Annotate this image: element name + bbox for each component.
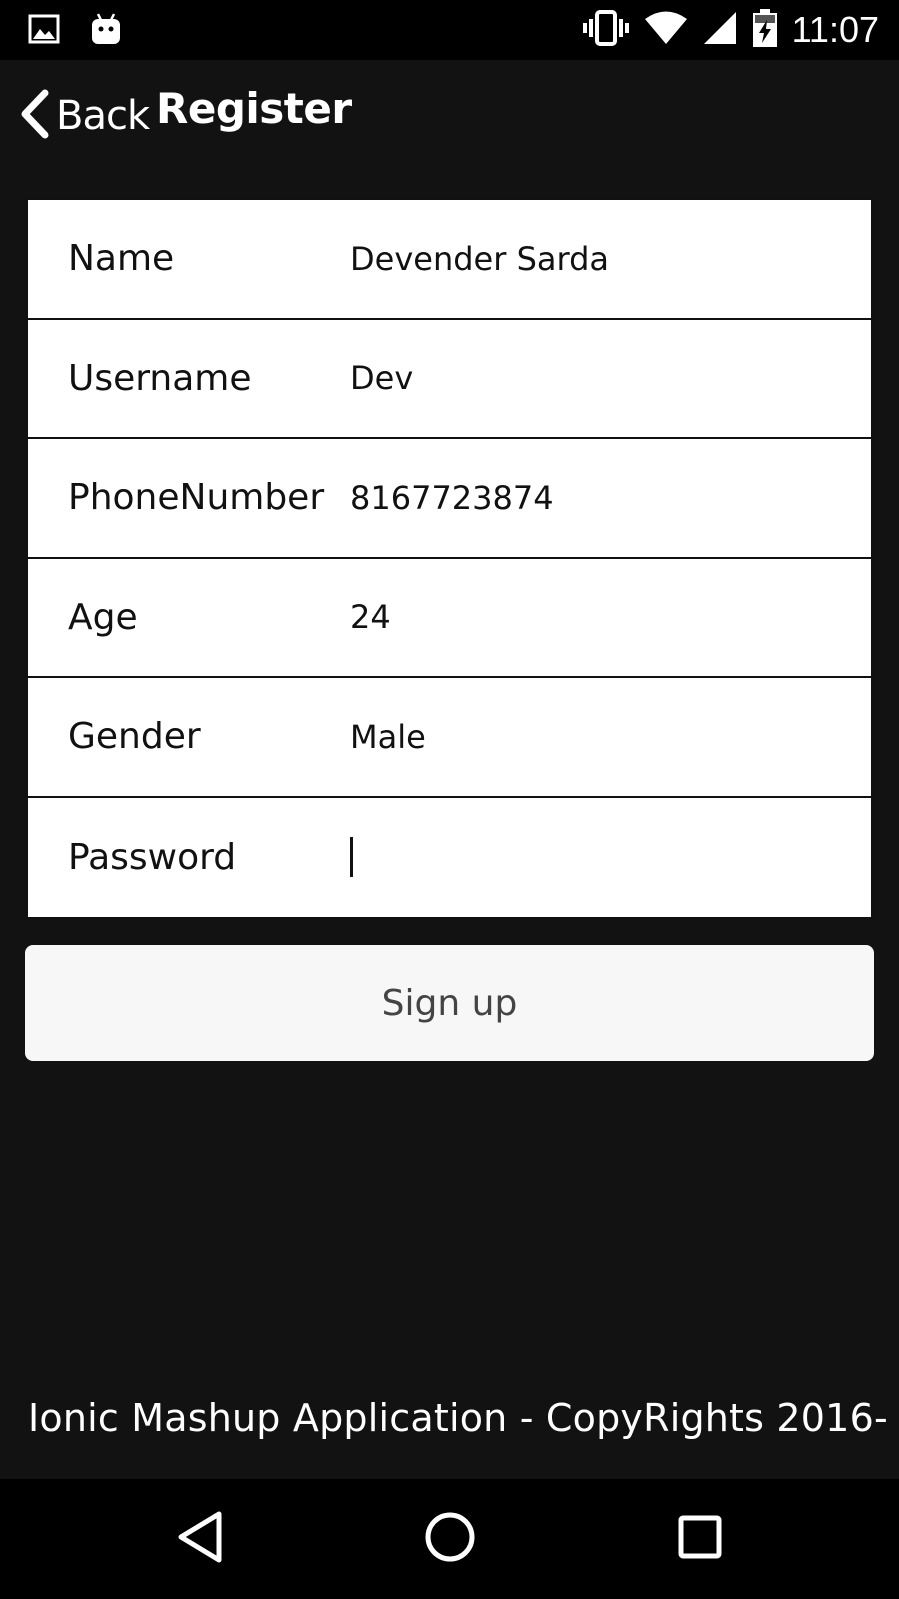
signup-button[interactable]: Sign up [25,945,874,1061]
name-row: Name [28,200,871,320]
phone-label: PhoneNumber [68,477,325,519]
name-label: Name [68,238,175,280]
wifi-icon [644,10,688,50]
back-button[interactable]: Back [18,88,150,144]
image-icon [28,14,60,48]
vibrate-icon [582,8,630,52]
age-field[interactable] [350,582,871,653]
phone-field[interactable] [350,462,871,533]
nav-home-button[interactable] [420,1509,480,1569]
gender-label: Gender [68,716,201,758]
cell-signal-icon [702,10,738,50]
status-bar: 11:07 [0,0,899,60]
clock: 11:07 [791,9,879,50]
age-label: Age [68,596,138,638]
back-label: Back [56,93,150,139]
nav-recents-button[interactable] [670,1509,730,1569]
username-field[interactable] [350,343,871,414]
recents-square-icon [675,1512,725,1566]
page-title: Register [156,84,352,133]
password-field[interactable] [353,822,871,893]
android-icon [90,12,122,50]
password-label: Password [68,836,237,878]
system-nav-bar [0,1479,899,1599]
back-triangle-icon [175,1510,225,1568]
password-row: Password [28,798,871,918]
gender-field[interactable] [350,701,871,772]
register-form: Name Username PhoneNumber Age Gender Pas… [26,198,873,919]
gender-row: Gender [28,678,871,798]
battery-charging-icon [752,8,778,52]
age-row: Age [28,559,871,678]
phone-row: PhoneNumber [28,439,871,559]
chevron-left-icon [18,88,52,144]
home-circle-icon [423,1510,477,1568]
nav-back-button[interactable] [170,1509,230,1569]
username-row: Username [28,320,871,439]
footer-copyright: Ionic Mashup Application - CopyRights 20… [28,1396,888,1440]
username-label: Username [68,357,252,399]
name-field[interactable] [350,223,871,294]
app-header: Back Register [0,60,899,168]
